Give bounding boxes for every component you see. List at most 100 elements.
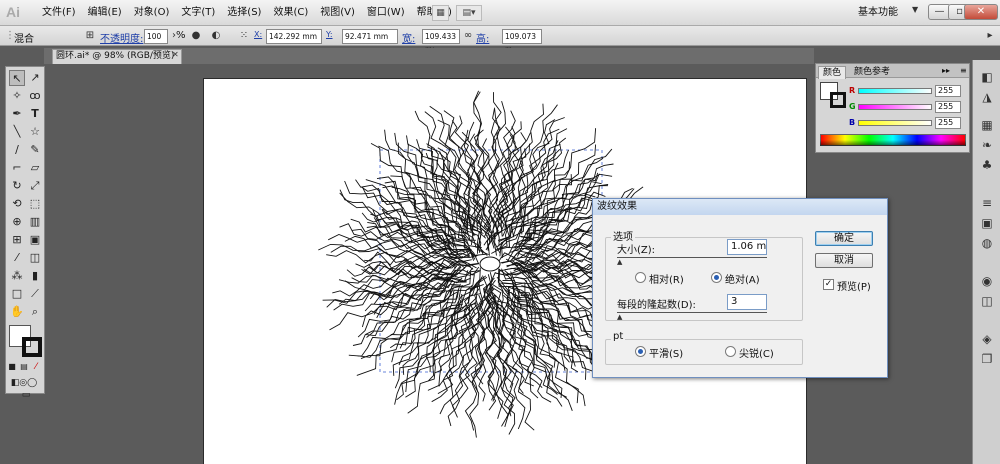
pencil-tool-icon[interactable]: ✎ — [27, 142, 43, 158]
blob-brush-tool-icon[interactable]: ⌐ — [9, 160, 25, 176]
magic-wand-tool-icon[interactable]: ✧ — [9, 88, 25, 104]
menu-edit[interactable]: 编辑(E) — [82, 0, 128, 26]
panel-menu-icon[interactable]: ▸ — [984, 30, 996, 42]
document-tab[interactable]: 圆环.ai* @ 98% (RGB/预览) — [52, 49, 182, 64]
reference-point-icon[interactable]: ⁙ — [238, 30, 250, 42]
gradient-tool-icon[interactable]: ▣ — [27, 232, 43, 248]
symbols-icon[interactable]: ♣ — [977, 156, 997, 174]
panel-menu-icon[interactable]: ≡ — [960, 66, 967, 75]
gradient-icon[interactable]: ▣ — [977, 214, 997, 232]
g-value[interactable]: 255 — [935, 101, 961, 113]
g-slider[interactable] — [858, 104, 932, 110]
spectrum-shade — [820, 134, 966, 146]
rotate-tool-icon[interactable]: ↻ — [9, 178, 25, 194]
cancel-button[interactable]: 取消 — [815, 253, 873, 268]
close-tab-icon[interactable]: ✕ — [172, 51, 180, 59]
absolute-radio[interactable] — [711, 272, 722, 283]
brushes-icon[interactable]: ❧ — [977, 136, 997, 154]
menu-window[interactable]: 窗口(W) — [361, 0, 411, 26]
free-transform-tool-icon[interactable]: ⬚ — [27, 196, 43, 212]
lasso-tool-icon[interactable]: ꝏ — [27, 88, 43, 104]
relative-radio[interactable] — [635, 272, 646, 283]
perspective-grid-tool-icon[interactable]: ▥ — [27, 214, 43, 230]
eraser-tool-icon[interactable]: ▱ — [27, 160, 43, 176]
panel-stroke-swatch[interactable] — [830, 92, 846, 108]
ok-button[interactable]: 确定 — [815, 231, 873, 246]
column-graph-tool-icon[interactable]: ▮ — [27, 268, 43, 284]
layers-icon[interactable]: ◈ — [977, 330, 997, 348]
slice-tool-icon[interactable]: ⟋ — [27, 286, 43, 302]
star-tool-icon[interactable]: ☆ — [27, 124, 43, 140]
app-logo: Ai — [6, 4, 20, 20]
menu-file[interactable]: 文件(F) — [36, 0, 82, 26]
stroke-icon[interactable]: ≡ — [977, 194, 997, 212]
warp-tool-icon[interactable]: ⟲ — [9, 196, 25, 212]
color-mode-icon[interactable]: ■ — [6, 359, 18, 375]
direct-selection-tool-icon[interactable]: ↗ — [27, 70, 43, 86]
tab-color[interactable]: 颜色 — [818, 66, 847, 79]
opacity-input[interactable]: 100 — [144, 29, 168, 44]
paintbrush-tool-icon[interactable]: ∕ — [9, 142, 25, 158]
smooth-label: 平滑(S) — [649, 349, 684, 360]
preview-checkbox[interactable]: ✓ — [823, 279, 834, 290]
opacity-link[interactable]: 不透明度: — [100, 30, 143, 45]
x-input[interactable]: 142.292 mm — [266, 29, 322, 44]
color-panel-icon[interactable]: ◧ — [977, 68, 997, 86]
chevron-down-icon: ▼ — [912, 5, 919, 14]
recolor-icon[interactable]: ⊞ — [84, 30, 96, 42]
zoom-tool-icon[interactable]: ⌕ — [27, 304, 43, 320]
eyedropper-tool-icon[interactable]: ⁄ — [9, 250, 25, 266]
blend-tool-icon[interactable]: ◫ — [27, 250, 43, 266]
panel-collapse-icon[interactable]: ▸▸ — [942, 66, 950, 75]
menu-type[interactable]: 文字(T) — [175, 0, 221, 26]
artboard-tool-icon[interactable]: □ — [9, 286, 25, 302]
stroke-swatch[interactable] — [22, 337, 42, 357]
r-value[interactable]: 255 — [935, 85, 961, 97]
graphic-styles-icon[interactable]: ◫ — [977, 292, 997, 310]
menu-effect[interactable]: 效果(C) — [267, 0, 314, 26]
link-proportions-icon[interactable]: ∞ — [462, 30, 474, 42]
screen-mode-icon[interactable]: ▭ — [16, 387, 36, 403]
transparency-icon[interactable]: ◍ — [977, 234, 997, 252]
r-slider[interactable] — [858, 88, 932, 94]
smooth-radio[interactable] — [635, 346, 646, 357]
menu-select[interactable]: 选择(S) — [221, 0, 267, 26]
swatches-icon[interactable]: ▦ — [977, 116, 997, 134]
g-label: G — [849, 102, 856, 111]
bridge-icon[interactable]: ▦ — [432, 5, 449, 21]
hand-tool-icon[interactable]: ✋ — [9, 304, 25, 320]
b-value[interactable]: 255 — [935, 117, 961, 129]
shape-builder-tool-icon[interactable]: ⊕ — [9, 214, 25, 230]
ridges-input[interactable]: 3 — [727, 294, 767, 310]
workspace-switcher[interactable]: 基本功能 — [858, 5, 920, 21]
scale-tool-icon[interactable]: ⤢ — [27, 178, 43, 194]
type-tool-icon[interactable]: T — [27, 106, 43, 122]
height-input[interactable]: 109.073 m — [502, 29, 542, 54]
width-input[interactable]: 109.433 mı — [422, 29, 460, 54]
align-icon[interactable]: ◐ — [210, 30, 222, 42]
symbol-sprayer-tool-icon[interactable]: ⁂ — [9, 268, 25, 284]
pen-tool-icon[interactable]: ✒ — [9, 106, 25, 122]
style-icon[interactable]: ● — [190, 30, 202, 42]
size-input[interactable]: 1.06 mm — [727, 239, 767, 255]
line-tool-icon[interactable]: ╲ — [9, 124, 25, 140]
ridges-slider-thumb[interactable]: ▲ — [617, 313, 622, 321]
artboards-icon[interactable]: ❐ — [977, 350, 997, 368]
tab-color-guide[interactable]: 颜色参考 — [850, 66, 894, 79]
menu-view[interactable]: 视图(V) — [314, 0, 361, 26]
size-slider-track[interactable] — [617, 257, 767, 258]
corner-radio[interactable] — [725, 346, 736, 357]
gradient-mode-icon[interactable]: ▤ — [18, 359, 30, 375]
selection-tool-icon[interactable]: ↖ — [9, 70, 25, 86]
y-input[interactable]: 92.471 mm — [342, 29, 398, 44]
ridges-slider-track[interactable] — [617, 312, 767, 313]
b-slider[interactable] — [858, 120, 932, 126]
arrange-documents-icon[interactable]: ▤▾ — [456, 5, 482, 21]
size-slider-thumb[interactable]: ▲ — [617, 258, 622, 266]
mesh-tool-icon[interactable]: ⊞ — [9, 232, 25, 248]
none-mode-icon[interactable]: ⁄ — [30, 359, 42, 375]
menu-object[interactable]: 对象(O) — [128, 0, 176, 26]
color-guide-icon[interactable]: ◮ — [977, 88, 997, 106]
close-window-button[interactable]: ✕ — [964, 4, 998, 20]
appearance-icon[interactable]: ◉ — [977, 272, 997, 290]
